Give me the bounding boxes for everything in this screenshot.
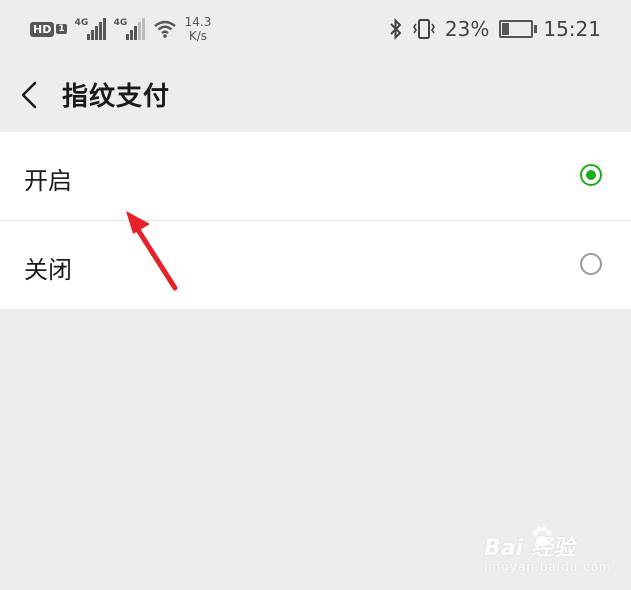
- chevron-left-icon: [21, 81, 37, 109]
- battery-percent: 23%: [444, 17, 490, 41]
- watermark: Bai 经验 jingyan.baidu.com: [484, 526, 624, 580]
- option-disable-label: 关闭: [24, 256, 72, 284]
- watermark-url: jingyan.baidu.com: [484, 560, 612, 574]
- radio-enable[interactable]: [580, 164, 602, 186]
- back-button[interactable]: [14, 78, 48, 112]
- hd-badge: HD: [30, 21, 55, 37]
- wifi-icon: [153, 20, 176, 38]
- status-right: 23% 15:21: [389, 14, 601, 44]
- option-enable[interactable]: 开启: [0, 132, 631, 221]
- page-title: 指纹支付: [62, 82, 171, 112]
- battery-icon: [499, 20, 538, 38]
- vibrate-icon: [412, 19, 435, 39]
- clock: 15:21: [543, 17, 601, 41]
- network-speed-unit: K/s: [188, 29, 208, 43]
- signal-4g-1-icon: 4G: [75, 18, 106, 40]
- paw-icon: [532, 526, 552, 546]
- sim-1-badge: 1: [56, 24, 67, 34]
- network-speed: 14.3 K/s: [185, 15, 212, 43]
- status-bar: HD 1 4G 4G 14.3 K/s 23% 15:21: [0, 0, 631, 58]
- nav-bar: 指纹支付: [0, 58, 631, 132]
- radio-disable[interactable]: [580, 253, 602, 275]
- option-enable-label: 开启: [24, 167, 72, 195]
- network-type-label-1: 4G: [74, 18, 89, 28]
- bluetooth-icon: [390, 18, 402, 40]
- status-left: HD 1 4G 4G 14.3 K/s: [30, 14, 211, 44]
- battery-fill: [502, 23, 510, 35]
- network-type-label-2: 4G: [113, 18, 128, 28]
- network-speed-value: 14.3: [184, 15, 212, 29]
- option-list: 开启 关闭: [0, 132, 631, 309]
- option-disable[interactable]: 关闭: [0, 220, 631, 309]
- signal-4g-2-icon: 4G: [114, 18, 145, 40]
